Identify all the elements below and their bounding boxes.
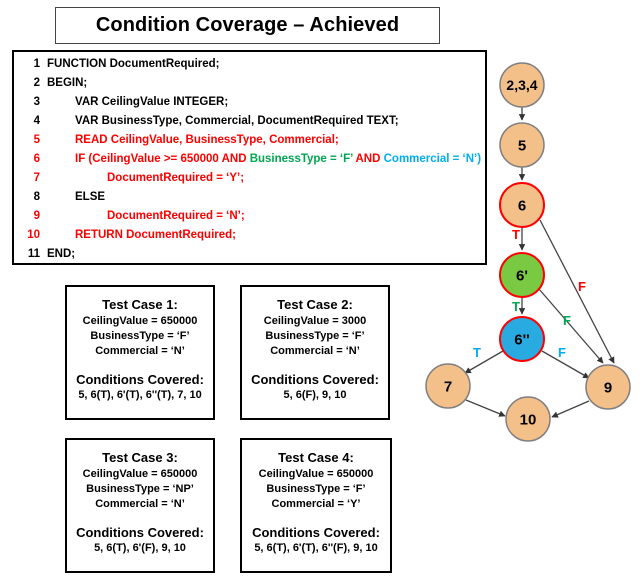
node-label: 6 (518, 197, 526, 214)
test-case-title: Test Case 1: (102, 297, 178, 312)
edge-label-t-6: T (512, 227, 520, 242)
edge-6-to-9-false (539, 219, 615, 364)
code-segment: IF (CeilingValue >= 650000 AND (75, 153, 250, 165)
edge-6prime-to-9-false (538, 288, 604, 364)
page-title-box: Condition Coverage – Achieved (55, 7, 440, 44)
graph-node-5: 5 (499, 122, 545, 168)
code-segment: DocumentRequired = ‘Y’; (107, 172, 245, 184)
test-case-ceiling-value: CeilingValue = 650000 (82, 468, 198, 480)
conditions-covered-header: Conditions Covered: (76, 525, 204, 540)
edge-label-f-6: F (578, 279, 586, 294)
code-segment: VAR CeilingValue INTEGER; (75, 96, 229, 108)
graph-node-9: 9 (585, 364, 631, 410)
node-label: 5 (518, 137, 526, 154)
conditions-covered-list: 5, 6(T), 6'(T), 6''(T), 7, 10 (78, 389, 202, 401)
code-line-number: 1 (33, 58, 40, 70)
edge-label-t-6pp: T (473, 345, 481, 360)
code-line-number: 6 (33, 153, 40, 165)
edge-label-f-6p: F (563, 313, 571, 328)
code-segment: DocumentRequired = ‘N’; (107, 210, 245, 222)
page-title: Condition Coverage – Achieved (95, 14, 400, 36)
edge-label-f-6pp: F (558, 345, 566, 360)
code-segment: VAR BusinessType, Commercial, DocumentRe… (75, 115, 399, 127)
node-label: 10 (520, 411, 537, 428)
conditions-covered-list: 5, 6(F), 9, 10 (283, 389, 347, 401)
code-line-number: 5 (33, 134, 40, 146)
node-label: 6' (516, 267, 528, 284)
conditions-covered-header: Conditions Covered: (251, 372, 379, 387)
code-segment: ELSE (75, 191, 106, 203)
test-case-card-4: Test Case 4: CeilingValue = 650000 Busin… (240, 438, 392, 573)
code-line-number: 9 (33, 210, 40, 222)
test-case-title: Test Case 4: (278, 450, 354, 465)
control-flow-graph: 2,3,4 5 6 6' 6'' 7 9 10 T F T F T F (415, 50, 643, 450)
test-case-card-1: Test Case 1: CeilingValue = 650000 Busin… (65, 285, 215, 420)
test-case-title: Test Case 3: (102, 450, 178, 465)
code-line-number: 2 (33, 77, 40, 89)
conditions-covered-list: 5, 6(T), 6'(F), 9, 10 (94, 542, 186, 554)
test-case-business-type: BusinessType = ‘F’ (90, 330, 190, 342)
edge-label-t-6p: T (512, 299, 520, 314)
graph-node-7: 7 (425, 363, 471, 409)
test-case-ceiling-value: CeilingValue = 650000 (258, 468, 374, 480)
graph-nodes: 2,3,4 5 6 6' 6'' 7 9 10 (425, 62, 631, 442)
test-case-title: Test Case 2: (277, 297, 353, 312)
test-case-business-type: BusinessType = ‘F’ (266, 483, 366, 495)
graph-node-6: 6'' (499, 316, 545, 362)
test-case-commercial: Commercial = ‘N’ (95, 498, 185, 510)
test-case-commercial: Commercial = ‘Y’ (271, 498, 361, 510)
edge-7-to-10 (465, 399, 506, 417)
edge-6dprime-to-7-true (464, 350, 504, 374)
code-segment: FUNCTION DocumentRequired; (47, 58, 220, 70)
code-segment: END; (47, 248, 76, 260)
code-line-number: 4 (33, 115, 40, 127)
conditions-covered-header: Conditions Covered: (76, 372, 204, 387)
code-segment: BEGIN; (47, 77, 88, 89)
graph-node-10: 10 (505, 396, 551, 442)
code-line-number: 7 (33, 172, 40, 184)
node-label: 6'' (514, 331, 529, 348)
test-case-commercial: Commercial = ‘N’ (270, 345, 360, 357)
test-case-card-3: Test Case 3: CeilingValue = 650000 Busin… (65, 438, 215, 573)
code-line-number: 8 (33, 191, 40, 203)
code-line-number: 11 (27, 248, 40, 260)
test-case-card-2: Test Case 2: CeilingValue = 3000 Busines… (240, 285, 390, 420)
test-case-ceiling-value: CeilingValue = 3000 (263, 315, 367, 327)
code-segment: BusinessType = ‘F’ (249, 153, 356, 165)
node-label: 7 (444, 378, 452, 395)
edge-9-to-10 (551, 400, 590, 418)
conditions-covered-header: Conditions Covered: (252, 525, 380, 540)
test-case-commercial: Commercial = ‘N’ (95, 345, 185, 357)
code-segment: AND (355, 153, 384, 165)
graph-node-6: 6 (499, 182, 545, 228)
test-case-business-type: BusinessType = ‘NP’ (86, 483, 194, 495)
code-segment: RETURN DocumentRequired; (75, 229, 237, 241)
conditions-covered-list: 5, 6(T), 6'(T), 6''(F), 9, 10 (254, 542, 378, 554)
code-segment: READ CeilingValue, BusinessType, Commerc… (75, 134, 339, 146)
node-label: 9 (604, 379, 612, 396)
node-label: 2,3,4 (506, 77, 537, 93)
test-case-ceiling-value: CeilingValue = 650000 (82, 315, 198, 327)
graph-node-6: 6' (499, 252, 545, 298)
code-line-number: 10 (27, 229, 40, 241)
code-line-number: 3 (33, 96, 40, 108)
graph-node-234: 2,3,4 (499, 62, 545, 108)
test-case-business-type: BusinessType = ‘F’ (265, 330, 365, 342)
